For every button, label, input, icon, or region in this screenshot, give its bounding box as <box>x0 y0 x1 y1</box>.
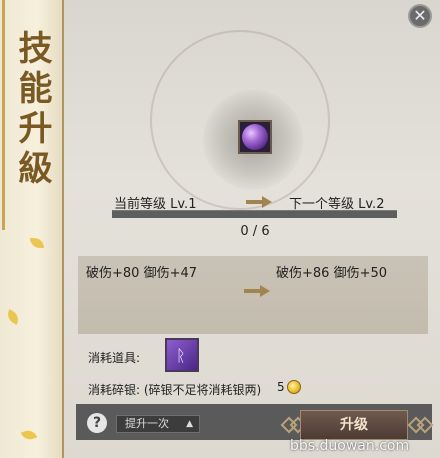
upgrade-count-dropdown[interactable]: 提升一次 ▲ <box>116 415 200 433</box>
arrow-right-icon <box>246 196 272 208</box>
level-progress-bar <box>112 210 397 218</box>
leaf-decoration <box>4 309 22 325</box>
current-stats: 破伤+80 御伤+47 <box>86 266 198 281</box>
upgrade-button[interactable]: 升级 <box>300 410 408 440</box>
leaf-decoration <box>20 427 38 443</box>
stats-panel: 破伤+80 御伤+47 破伤+86 御伤+50 <box>78 256 428 334</box>
purple-orb-icon <box>242 124 268 150</box>
cost-item-icon[interactable]: ᚱ <box>165 338 199 372</box>
help-button[interactable]: ? <box>87 413 107 433</box>
dropdown-value: 提升一次 <box>125 417 169 430</box>
caret-up-icon: ▲ <box>186 419 193 429</box>
purple-rune-icon: ᚱ <box>176 346 186 365</box>
arrow-right-icon <box>244 285 270 297</box>
next-stats: 破伤+86 御伤+50 <box>276 266 388 281</box>
gold-coin-icon <box>287 380 301 394</box>
silver-amount: 5 <box>277 380 285 394</box>
site-watermark: bbs.duowan.com <box>290 438 410 454</box>
skill-upgrade-window: 技能升級 ✕ 当前等级 Lv.1 下一个等级 Lv.2 0 / 6 破伤+80 … <box>0 0 440 458</box>
skill-icon[interactable] <box>238 120 272 154</box>
close-button[interactable]: ✕ <box>408 4 432 28</box>
cost-silver-label: 消耗碎银: (碎银不足将消耗银两) <box>88 383 262 397</box>
leaf-decoration <box>30 238 44 248</box>
cost-item-label: 消耗道具: <box>88 351 141 365</box>
progress-text: 0 / 6 <box>240 224 270 239</box>
window-title: 技能升級 <box>12 30 52 190</box>
